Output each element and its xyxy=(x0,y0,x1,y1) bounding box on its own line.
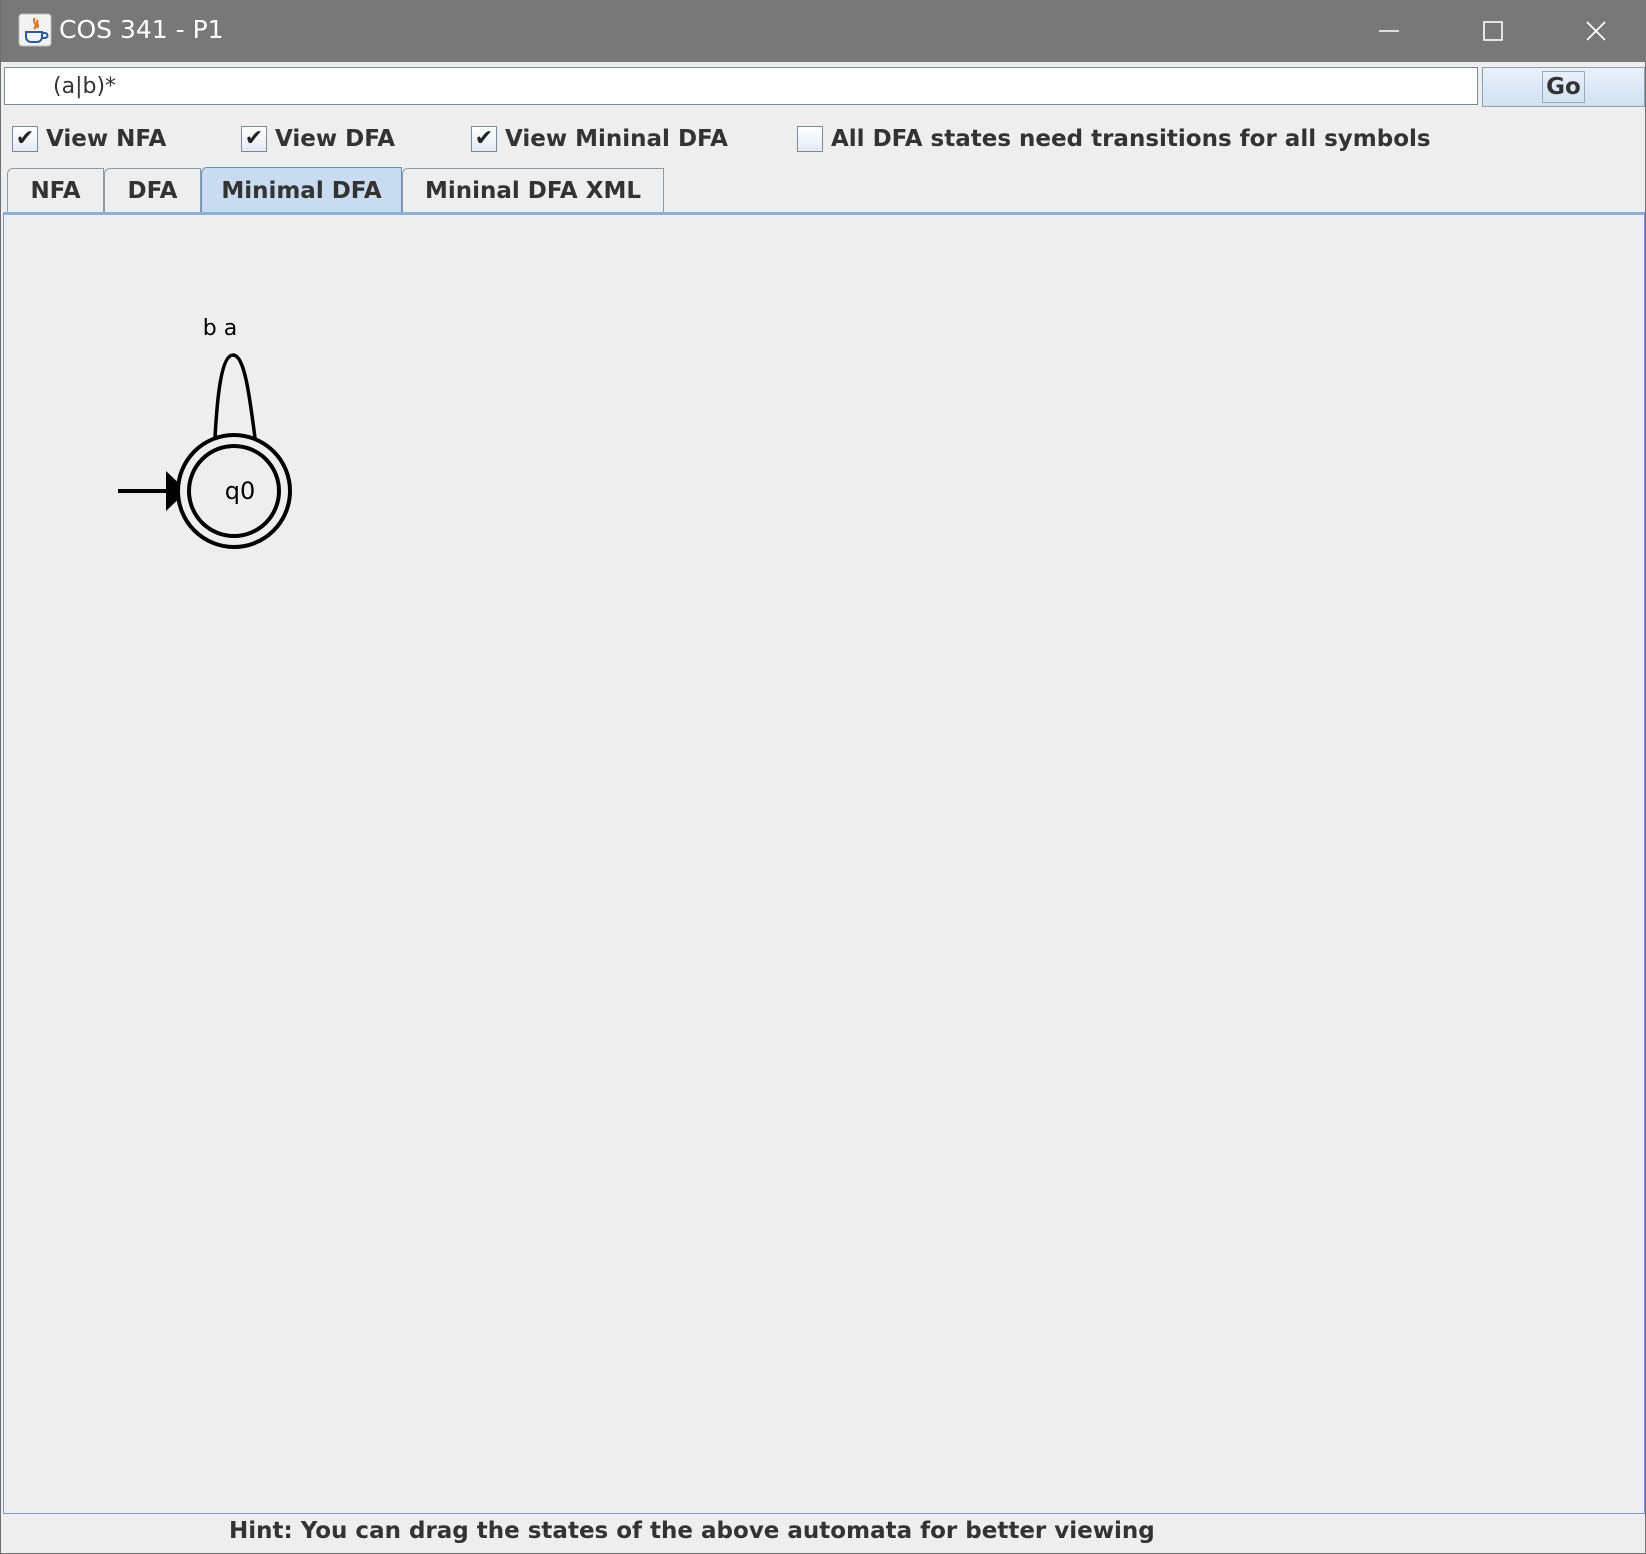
state-q0[interactable]: q0 xyxy=(176,433,292,549)
close-icon xyxy=(1586,21,1606,41)
minimize-icon xyxy=(1379,30,1399,32)
automaton-diagram: b a q0 xyxy=(118,316,292,549)
app-window: COS 341 - P1 Go ✔ View NFA ✔ View DFA xyxy=(0,0,1646,1554)
title-bar[interactable]: COS 341 - P1 xyxy=(1,0,1646,62)
checkbox-box[interactable]: ✔ xyxy=(241,126,267,152)
checkbox-label: View Mininal DFA xyxy=(505,126,728,152)
view-dfa-checkbox[interactable]: ✔ View DFA xyxy=(241,124,395,154)
window-title: COS 341 - P1 xyxy=(59,15,224,44)
close-button[interactable] xyxy=(1545,0,1646,62)
regex-input[interactable] xyxy=(4,67,1478,105)
state-label: q0 xyxy=(225,477,256,505)
view-minimal-dfa-checkbox[interactable]: ✔ View Mininal DFA xyxy=(471,124,728,154)
tab-minimal-dfa-xml[interactable]: Mininal DFA XML xyxy=(402,168,664,212)
all-transitions-checkbox[interactable]: All DFA states need transitions for all … xyxy=(797,124,1431,154)
self-loop-transition: b a xyxy=(203,316,257,439)
checkbox-label: View NFA xyxy=(46,126,167,152)
automaton-canvas[interactable]: b a q0 xyxy=(3,212,1645,1514)
tab-minimal-dfa[interactable]: Minimal DFA xyxy=(201,167,402,213)
minimize-button[interactable] xyxy=(1337,0,1441,62)
go-button[interactable]: Go xyxy=(1482,67,1645,107)
checkbox-label: View DFA xyxy=(275,126,396,152)
tab-dfa[interactable]: DFA xyxy=(104,168,201,212)
tab-nfa[interactable]: NFA xyxy=(7,168,104,212)
check-icon: ✔ xyxy=(474,126,494,151)
checkbox-box[interactable]: ✔ xyxy=(471,126,497,152)
checkbox-label: All DFA states need transitions for all … xyxy=(831,126,1431,152)
checkbox-box[interactable] xyxy=(797,126,823,152)
check-icon: ✔ xyxy=(15,126,35,151)
view-nfa-checkbox[interactable]: ✔ View NFA xyxy=(12,124,166,154)
java-icon xyxy=(18,13,52,47)
hint-text: Hint: You can drag the states of the abo… xyxy=(229,1518,1155,1544)
maximize-button[interactable] xyxy=(1441,0,1545,62)
check-icon: ✔ xyxy=(244,126,264,151)
transition-label: b a xyxy=(203,316,237,341)
checkbox-box[interactable]: ✔ xyxy=(12,126,38,152)
go-button-label: Go xyxy=(1542,71,1585,103)
maximize-icon xyxy=(1483,21,1503,41)
